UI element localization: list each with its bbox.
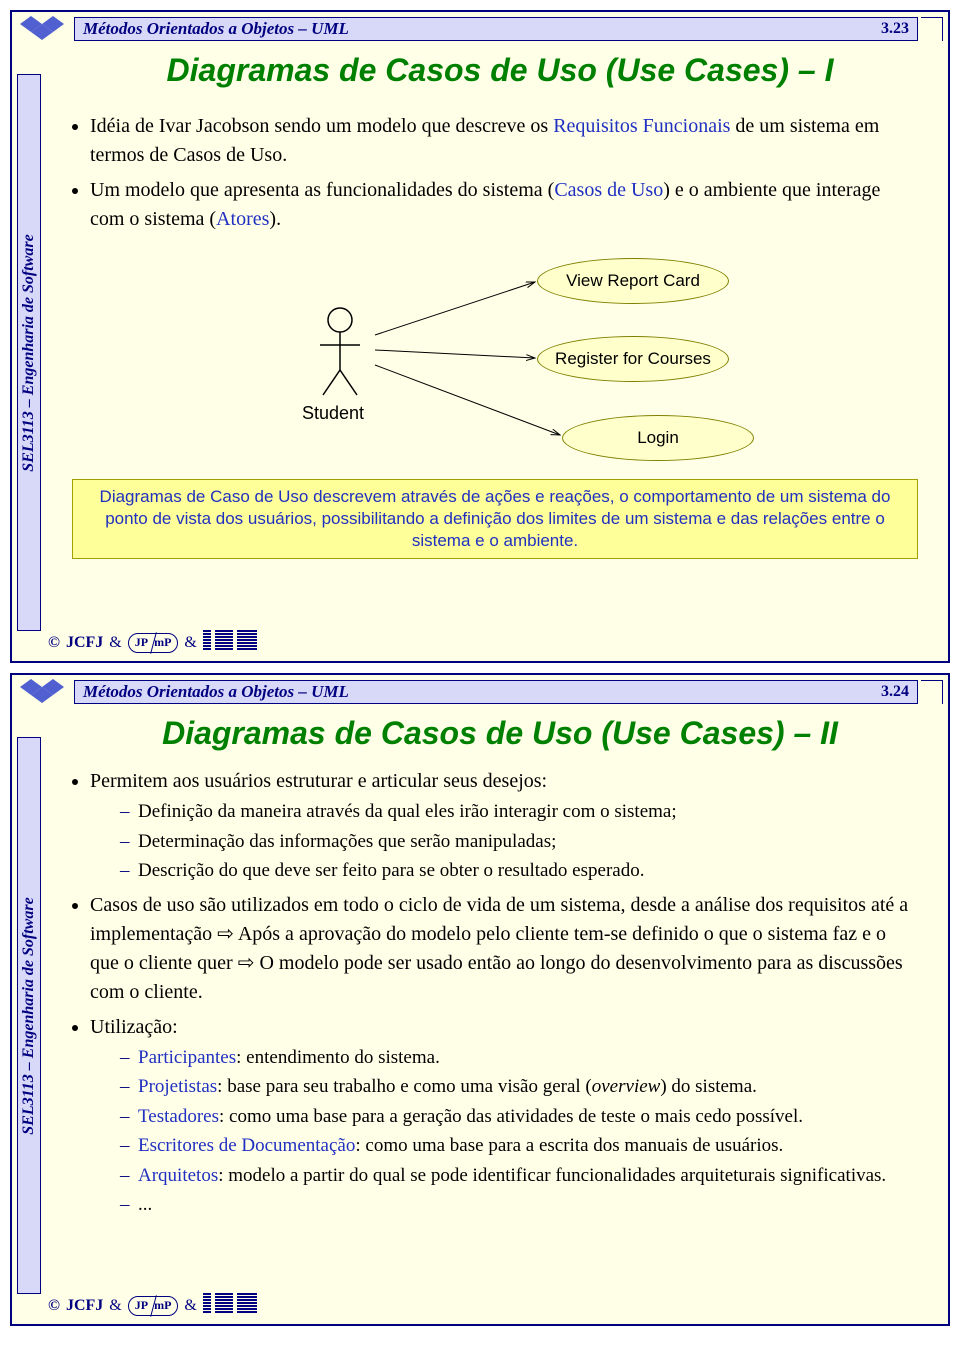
use-case-diagram: Student View Report Card Register for Co…	[72, 240, 918, 475]
sub-bullet: Projetistas: base para seu trabalho e co…	[120, 1073, 918, 1101]
bullet: Utilização: Participantes: entendimento …	[90, 1013, 918, 1219]
ibm-logo-icon	[203, 630, 257, 655]
copyright-icon: ©	[48, 1297, 60, 1315]
sub-bullet: Definição da maneira através da qual ele…	[120, 798, 918, 826]
jp-mp-pill: JP mP	[128, 1296, 179, 1316]
slide-24: Métodos Orientados a Objetos – UML 3.24 …	[10, 673, 950, 1326]
course-topic: Métodos Orientados a Objetos – UML	[83, 682, 349, 702]
slide-title: Diagramas de Casos de Uso (Use Cases) – …	[72, 715, 928, 752]
author: JCFJ	[66, 1297, 103, 1315]
bullet: Um modelo que apresenta as funcionalidad…	[90, 176, 918, 234]
page-number: 3.23	[881, 20, 909, 38]
sub-bullet: Escritores de Documentação: como uma bas…	[120, 1132, 918, 1160]
bullet: Permitem aos usuários estruturar e artic…	[90, 767, 918, 885]
slide-content: Permitem aos usuários estruturar e artic…	[72, 767, 918, 1284]
header-bar: Métodos Orientados a Objetos – UML 3.23	[74, 17, 918, 41]
sub-bullet: Participantes: entendimento do sistema.	[120, 1044, 918, 1072]
copyright-icon: ©	[48, 634, 60, 652]
side-bar: SEL3113 – Engenharia de Software	[17, 737, 41, 1294]
corner-notch	[921, 680, 943, 704]
corner-logo-icon	[16, 16, 68, 68]
usecase-oval: View Report Card	[537, 258, 729, 304]
sub-bullet: ...	[120, 1191, 918, 1219]
page-number: 3.24	[881, 683, 909, 701]
slide-23: Métodos Orientados a Objetos – UML 3.23 …	[10, 10, 950, 663]
usecase-oval: Login	[562, 415, 754, 461]
ampersand-icon: &	[184, 634, 196, 652]
note-box: Diagramas de Caso de Uso descrevem atrav…	[72, 479, 918, 559]
slide-title: Diagramas de Casos de Uso (Use Cases) – …	[72, 52, 928, 89]
bullet: Casos de uso são utilizados em todo o ci…	[90, 891, 918, 1007]
sub-bullet: Arquitetos: modelo a partir do qual se p…	[120, 1162, 918, 1190]
ampersand-icon: &	[109, 634, 121, 652]
bullet: Idéia de Ivar Jacobson sendo um modelo q…	[90, 112, 918, 170]
author: JCFJ	[66, 634, 103, 652]
course-code: SEL3113 – Engenharia de Software	[20, 897, 38, 1134]
slide-content: Idéia de Ivar Jacobson sendo um modelo q…	[72, 112, 918, 621]
sub-bullet: Testadores: como uma base para a geração…	[120, 1103, 918, 1131]
usecase-oval: Register for Courses	[537, 336, 729, 382]
sub-bullet: Determinação das informações que serão m…	[120, 828, 918, 856]
course-topic: Métodos Orientados a Objetos – UML	[83, 19, 349, 39]
ibm-logo-icon	[203, 1293, 257, 1318]
actor-label: Student	[302, 400, 364, 426]
footer: © JCFJ & JP mP &	[48, 630, 257, 655]
footer: © JCFJ & JP mP &	[48, 1293, 257, 1318]
corner-logo-icon	[16, 679, 68, 731]
corner-notch	[921, 17, 943, 41]
sub-bullet: Descrição do que deve ser feito para se …	[120, 857, 918, 885]
ampersand-icon: &	[109, 1297, 121, 1315]
course-code: SEL3113 – Engenharia de Software	[20, 234, 38, 471]
arrow-icon: ⇨	[238, 952, 255, 974]
side-bar: SEL3113 – Engenharia de Software	[17, 74, 41, 631]
ampersand-icon: &	[184, 1297, 196, 1315]
jp-mp-pill: JP mP	[128, 633, 179, 653]
header-bar: Métodos Orientados a Objetos – UML 3.24	[74, 680, 918, 704]
arrow-icon: ⇨	[217, 923, 234, 945]
